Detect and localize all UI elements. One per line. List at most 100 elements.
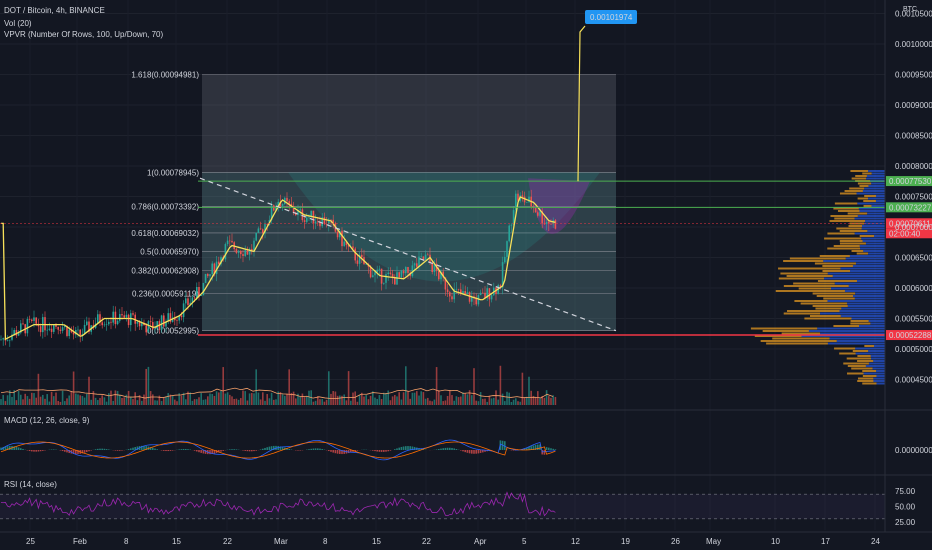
volume-bar	[528, 376, 530, 405]
macd-histogram	[231, 449, 233, 450]
vpvr-bar-down	[846, 357, 871, 360]
volume-bar	[363, 396, 365, 405]
volume-bar	[64, 401, 66, 405]
rsi-indicator-label[interactable]: RSI (14, close)	[4, 480, 57, 490]
volume-bar	[468, 390, 471, 405]
macd-histogram	[171, 450, 174, 451]
vpvr-bar-down	[834, 202, 858, 205]
volume-bar	[231, 396, 233, 405]
volume-bar	[75, 393, 77, 405]
macd-histogram	[94, 449, 97, 450]
vpvr-bar-down	[760, 340, 837, 342]
vpvr-bar-up	[872, 367, 885, 370]
macd-histogram	[121, 450, 123, 451]
vol-indicator-label[interactable]: Vol (20)	[4, 19, 32, 29]
vpvr-bar-down	[814, 262, 856, 265]
volume-bar	[464, 393, 466, 405]
currency-label: BTC	[903, 6, 917, 13]
candle-body	[400, 270, 403, 278]
candle-body	[2, 338, 4, 340]
vpvr-bar-down	[783, 260, 824, 262]
volume-bar	[501, 393, 504, 405]
macd-histogram	[330, 450, 332, 452]
macd-histogram	[264, 447, 266, 450]
vpvr-bar-up	[851, 317, 885, 320]
macd-histogram	[462, 450, 464, 452]
volume-bar	[510, 401, 513, 405]
rsi-axis-label: 25.00	[895, 518, 916, 527]
candle-body	[488, 288, 491, 300]
macd-histogram	[402, 446, 405, 450]
candle-body	[193, 297, 196, 299]
vpvr-bar-up	[875, 200, 885, 202]
volume-bar	[512, 399, 515, 405]
vpvr-bar-up	[859, 245, 885, 247]
volume-bar	[323, 401, 326, 405]
candle-body	[464, 291, 466, 294]
vpvr-bar-up	[817, 327, 885, 330]
macd-histogram	[248, 450, 251, 452]
volume-bar	[332, 391, 334, 405]
macd-histogram	[193, 450, 196, 451]
candle-body	[242, 254, 244, 256]
candle-body	[306, 217, 308, 222]
vpvr-bar-down	[844, 190, 863, 192]
volume-bar	[420, 391, 422, 405]
vpvr-indicator-label[interactable]: VPVR (Number Of Rows, 100, Up/Down, 70)	[4, 30, 163, 40]
macd-indicator-label[interactable]: MACD (12, 26, close, 9)	[4, 416, 89, 426]
macd-histogram	[229, 449, 231, 450]
macd-histogram	[83, 450, 86, 453]
volume-bar	[284, 395, 286, 405]
macd-histogram	[453, 448, 455, 450]
candle-body	[257, 228, 260, 233]
vpvr-bar-up	[873, 360, 885, 362]
price-tick-label: 0.00055000	[895, 315, 932, 324]
candle-body	[125, 314, 128, 318]
volume-bar	[66, 398, 68, 405]
volume-bar	[413, 392, 416, 405]
vpvr-bar-up	[865, 365, 885, 367]
volume-bar	[475, 400, 477, 405]
candle-body	[299, 209, 301, 211]
volume-bar	[438, 390, 440, 405]
macd-histogram	[156, 449, 158, 450]
candle-body	[259, 228, 262, 230]
fibonacci-extension[interactable]: 1.618(0.00094981) 1(0.00078945) 0.786(0.00…	[131, 71, 616, 336]
vpvr-bar-up	[867, 212, 885, 215]
candle-body	[160, 315, 163, 330]
price-tick-label: 0.00050000	[895, 345, 932, 354]
price-tick-label: 0.00060000	[895, 284, 932, 293]
vpvr-bar-up	[866, 175, 885, 177]
volume-bar	[141, 400, 143, 405]
volume-bar	[398, 392, 400, 405]
candle-body	[231, 240, 233, 243]
volume-bar	[449, 390, 451, 405]
volume-bar	[409, 398, 411, 405]
candle-body	[28, 318, 31, 320]
volume-bar	[521, 372, 524, 405]
candle-body	[226, 240, 229, 245]
volume-bar	[145, 368, 147, 405]
candle-body	[187, 298, 189, 305]
volume-bar	[163, 398, 165, 405]
vpvr-bar-down	[778, 267, 841, 270]
volume-bar	[53, 396, 55, 405]
vpvr-bar-up	[856, 192, 885, 195]
chart-canvas[interactable]: 1.618(0.00094981) 1(0.00078945) 0.786(0.00…	[0, 0, 932, 550]
volume-bar	[112, 400, 114, 405]
volume-bar	[303, 397, 306, 405]
volume-bar	[196, 399, 198, 405]
volume-bar	[50, 391, 53, 405]
candle-body	[112, 311, 114, 323]
candle-body	[57, 326, 59, 330]
macd-histogram	[308, 449, 310, 450]
candle-body	[539, 211, 541, 216]
volume-bar	[462, 392, 464, 405]
candle-body	[416, 263, 418, 267]
candle-body	[413, 263, 416, 266]
symbol-title[interactable]: DOT / Bitcoin, 4h, BINANCE	[4, 6, 105, 16]
volume-bar	[229, 394, 231, 405]
vpvr-bar-up	[855, 292, 885, 295]
macd-histogram	[163, 450, 165, 451]
vpvr-bar-up	[862, 225, 885, 227]
